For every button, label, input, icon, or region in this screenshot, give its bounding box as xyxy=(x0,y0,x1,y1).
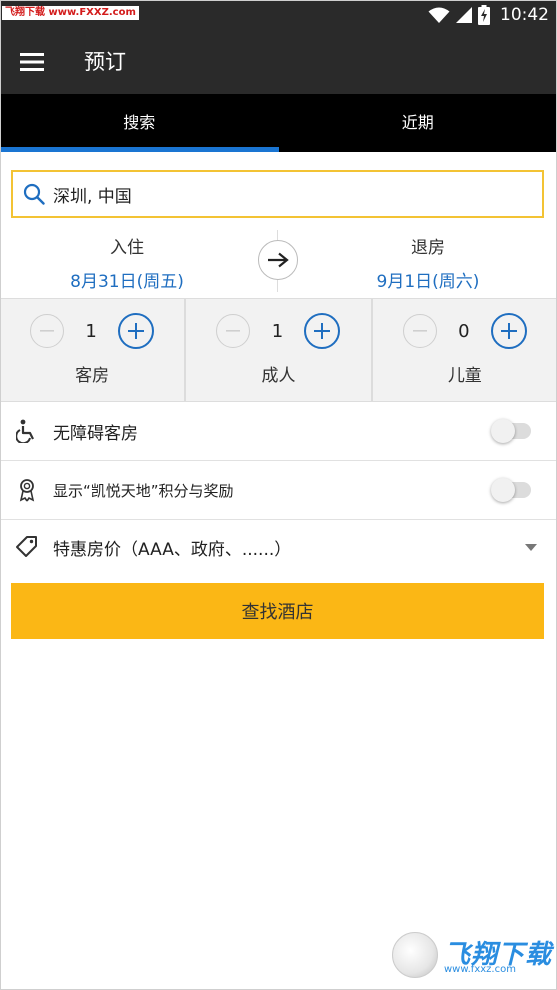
special-rates-label: 特惠房价（AAA、政府、......） xyxy=(53,539,292,560)
children-minus-button[interactable] xyxy=(402,314,437,348)
toggle-knob xyxy=(491,478,515,502)
watermark-logo-icon xyxy=(392,932,438,978)
plus-icon xyxy=(128,323,145,339)
hamburger-menu-icon xyxy=(20,53,44,71)
cell-signal-icon xyxy=(456,7,472,23)
checkin-value: 8月31日(周五) xyxy=(70,272,184,292)
search-value: 深圳, 中国 xyxy=(53,186,132,207)
wheelchair-icon xyxy=(14,418,40,444)
status-time: 10:42 xyxy=(500,5,549,25)
rooms-plus-button[interactable] xyxy=(118,313,155,349)
date-arrow-button[interactable] xyxy=(258,240,298,280)
children-count: 0 xyxy=(458,320,470,342)
menu-button[interactable] xyxy=(14,46,50,78)
toggle-knob xyxy=(491,419,515,443)
special-rates-row[interactable]: 特惠房价（AAA、政府、......） xyxy=(0,520,557,574)
checkin-label: 入住 xyxy=(110,238,144,258)
rewards-label: 显示“凯悦天地”积分与奖励 xyxy=(53,481,234,500)
destination-search-input[interactable]: 深圳, 中国 xyxy=(11,170,544,218)
tab-recent[interactable]: 近期 xyxy=(279,94,557,152)
arrow-right-icon xyxy=(268,252,289,268)
rooms-count: 1 xyxy=(85,320,97,342)
price-tag-icon xyxy=(14,534,40,560)
watermark-url: www.fxxz.com xyxy=(444,964,516,975)
checkout-label: 退房 xyxy=(411,238,445,258)
checkin-date[interactable]: 入住 8月31日(周五) xyxy=(7,226,247,292)
top-watermark: 飞翔下载 www.FXXZ.com xyxy=(2,6,139,20)
children-label: 儿童 xyxy=(447,366,482,386)
wifi-icon xyxy=(428,7,450,23)
battery-charging-icon xyxy=(478,5,490,25)
rewards-toggle[interactable] xyxy=(491,478,531,502)
rewards-row: 显示“凯悦天地”积分与奖励 xyxy=(0,461,557,520)
rooms-minus-button[interactable] xyxy=(30,314,65,348)
search-icon xyxy=(23,183,45,205)
accessible-room-toggle[interactable] xyxy=(491,419,531,443)
status-icons: 10:42 xyxy=(428,0,549,30)
children-plus-button[interactable] xyxy=(490,313,527,349)
chevron-down-icon xyxy=(525,543,537,551)
plus-icon xyxy=(500,323,517,339)
rooms-stepper: 1 xyxy=(0,313,184,349)
rooms-label: 客房 xyxy=(75,366,110,386)
find-hotels-button[interactable]: 查找酒店 xyxy=(11,583,544,639)
award-ribbon-icon xyxy=(14,477,40,503)
adults-label: 成人 xyxy=(261,366,296,386)
checkout-date[interactable]: 退房 9月1日(周六) xyxy=(308,226,548,292)
bottom-watermark: 飞翔下载 www.fxxz.com xyxy=(390,930,551,982)
plus-icon xyxy=(314,323,331,339)
checkout-value: 9月1日(周六) xyxy=(376,272,480,292)
accessible-room-label: 无障碍客房 xyxy=(53,423,138,444)
tab-bar: 搜索 近期 xyxy=(0,94,557,152)
status-bar: 飞翔下载 www.FXXZ.com 10:42 xyxy=(0,0,557,30)
children-counter: 0 儿童 xyxy=(373,299,557,401)
rooms-counter: 1 客房 xyxy=(0,299,187,401)
children-stepper: 0 xyxy=(373,313,557,349)
adults-stepper: 1 xyxy=(186,313,370,349)
minus-icon xyxy=(226,330,241,332)
adults-counter: 1 成人 xyxy=(186,299,373,401)
minus-icon xyxy=(40,330,55,332)
occupancy-counters: 1 客房 1 成人 0 儿童 xyxy=(0,298,557,402)
minus-icon xyxy=(412,330,427,332)
adults-plus-button[interactable] xyxy=(304,313,341,349)
page-title: 预订 xyxy=(84,50,126,74)
tab-search[interactable]: 搜索 xyxy=(0,94,279,152)
adults-minus-button[interactable] xyxy=(216,314,251,348)
adults-count: 1 xyxy=(271,320,284,342)
accessible-room-row: 无障碍客房 xyxy=(0,402,557,461)
app-bar: 预订 xyxy=(0,30,557,94)
